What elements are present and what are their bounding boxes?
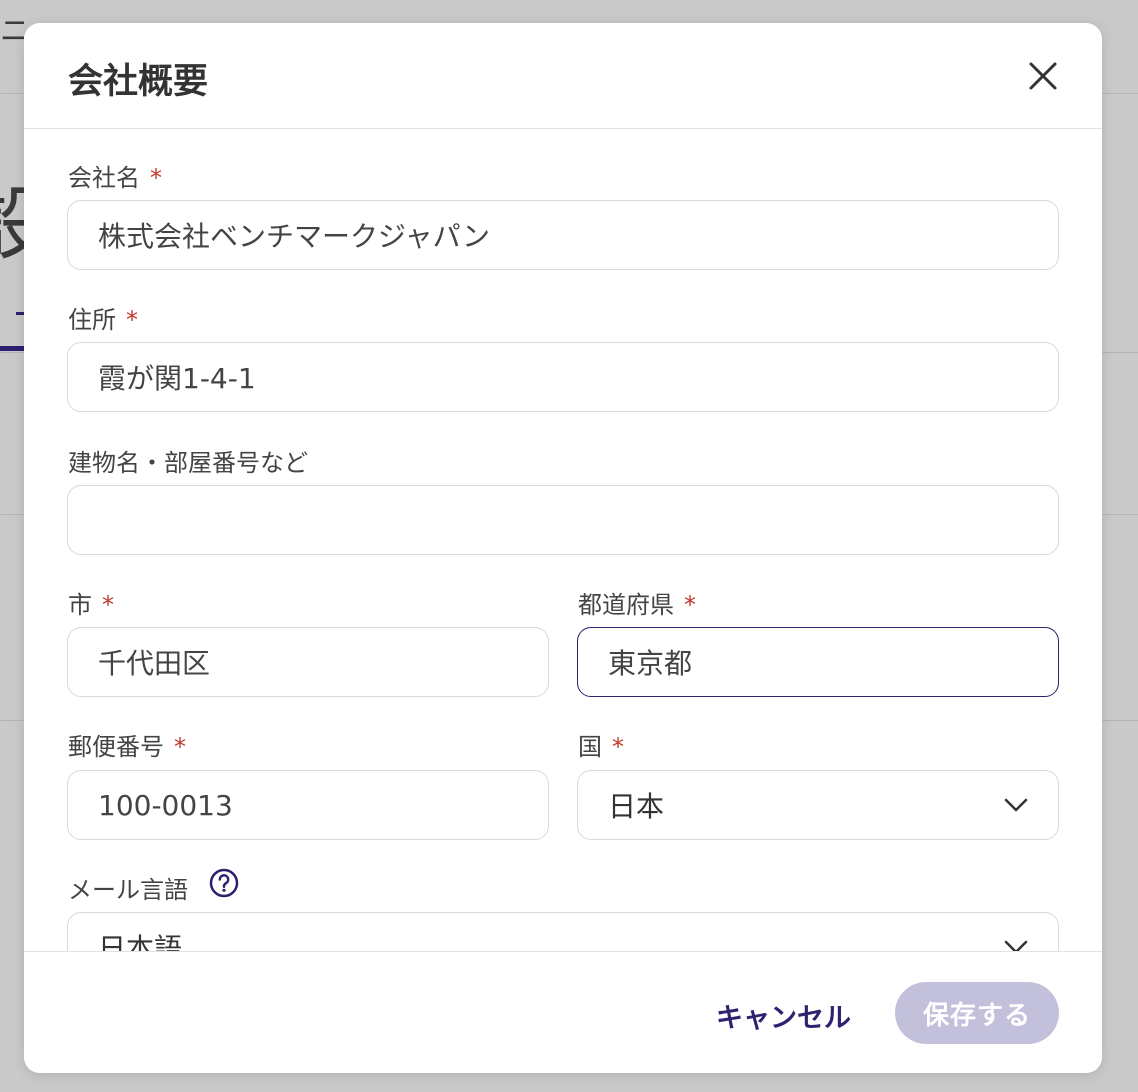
- address-label-text: 住所: [68, 306, 116, 334]
- dialog-body[interactable]: 会社名* 住所* 建物名・部屋番号など 市* 都道府県* 郵便番号* 国*: [24, 130, 1102, 951]
- country-label-text: 国: [578, 733, 602, 761]
- close-icon: [1029, 62, 1057, 90]
- required-mark: *: [612, 733, 624, 761]
- background-header-text: ニールワーク: [0, 14, 24, 49]
- building-input[interactable]: [67, 485, 1059, 555]
- prefecture-label: 都道府県 *: [578, 585, 696, 620]
- required-mark: *: [126, 306, 138, 334]
- email-language-help-button[interactable]: [209, 868, 239, 898]
- postal-code-label-text: 郵便番号: [68, 733, 164, 761]
- required-mark: *: [150, 164, 162, 192]
- dialog-footer: キャンセル 保存する: [24, 951, 1102, 1073]
- email-language-selected-value: 日本語: [98, 932, 183, 951]
- address-input[interactable]: [67, 342, 1059, 412]
- background-tab-mark: [16, 312, 24, 315]
- chevron-down-icon: [1004, 798, 1028, 812]
- company-profile-dialog: 会社概要 会社名* 住所* 建物名・部屋番号など 市* 都道府県*: [24, 23, 1102, 1073]
- country-label: 国 *: [578, 727, 624, 762]
- prefecture-label-text: 都道府県: [578, 591, 674, 619]
- email-language-label: メール言語: [68, 876, 188, 904]
- building-label: 建物名・部屋番号など: [68, 449, 308, 477]
- city-label: 市 *: [68, 585, 114, 620]
- background-page-title: 設: [0, 160, 24, 276]
- postal-code-input[interactable]: [67, 770, 549, 840]
- required-mark: *: [174, 733, 186, 761]
- cancel-button[interactable]: キャンセル: [716, 996, 851, 1035]
- dialog-title: 会社概要: [68, 62, 209, 102]
- company-name-label: 会社名 *: [68, 158, 162, 193]
- postal-code-label: 郵便番号 *: [68, 727, 186, 762]
- country-select[interactable]: 日本: [577, 770, 1059, 840]
- prefecture-input[interactable]: [577, 627, 1059, 697]
- dialog-header: 会社概要: [24, 23, 1102, 129]
- city-label-text: 市: [68, 591, 92, 619]
- required-mark: *: [102, 591, 114, 619]
- save-button[interactable]: 保存する: [895, 982, 1059, 1044]
- chevron-down-icon: [1004, 940, 1028, 951]
- required-mark: *: [684, 591, 696, 619]
- email-language-select[interactable]: 日本語: [67, 912, 1059, 951]
- background-tab-underline: [0, 346, 24, 351]
- address-label: 住所 *: [68, 300, 138, 335]
- company-name-input[interactable]: [67, 200, 1059, 270]
- close-button[interactable]: [1026, 59, 1060, 93]
- city-input[interactable]: [67, 627, 549, 697]
- country-selected-value: 日本: [608, 790, 665, 823]
- question-circle-icon: [209, 868, 239, 898]
- company-name-label-text: 会社名: [68, 164, 140, 192]
